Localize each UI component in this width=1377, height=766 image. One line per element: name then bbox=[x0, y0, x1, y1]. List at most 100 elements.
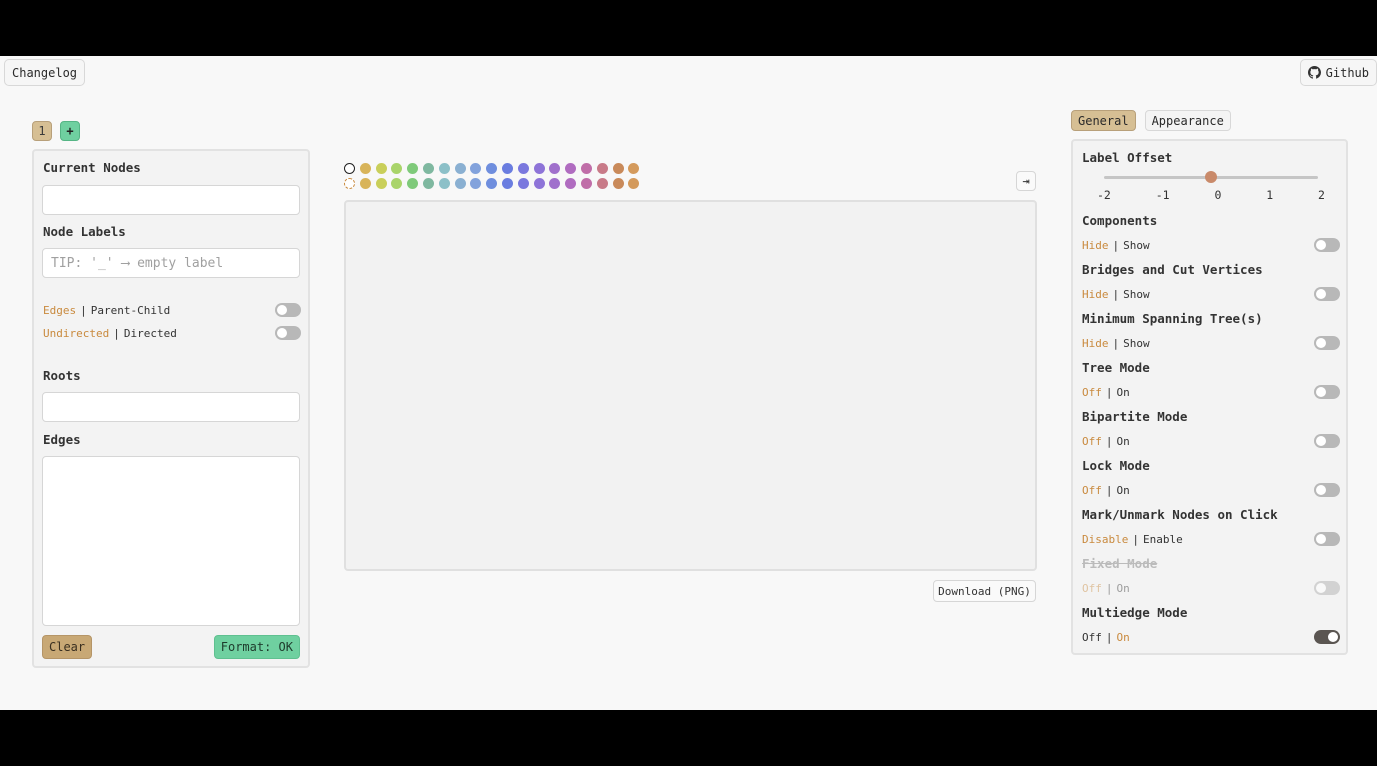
github-label: Github bbox=[1325, 65, 1369, 80]
roots-label: Roots bbox=[43, 368, 81, 383]
setting-option-a: Hide bbox=[1082, 238, 1109, 252]
github-icon bbox=[1307, 66, 1321, 79]
color-swatch[interactable] bbox=[580, 178, 592, 189]
color-swatch[interactable] bbox=[628, 178, 640, 189]
github-button[interactable]: Github bbox=[1299, 59, 1377, 86]
add-graph-button[interactable]: + bbox=[60, 121, 80, 141]
color-swatch[interactable] bbox=[628, 163, 640, 174]
label-offset-slider[interactable] bbox=[1104, 171, 1318, 183]
color-swatch[interactable] bbox=[407, 178, 419, 189]
setting-row: Off | On bbox=[1082, 483, 1340, 497]
color-swatch[interactable] bbox=[565, 178, 577, 189]
color-swatch[interactable] bbox=[517, 163, 529, 174]
setting-toggle[interactable] bbox=[1314, 483, 1340, 497]
clear-button[interactable]: Clear bbox=[42, 635, 93, 659]
expand-icon[interactable]: ⇥ bbox=[1016, 171, 1036, 191]
setting-title: Fixed Mode bbox=[1082, 556, 1158, 571]
parent-child-option: Parent-Child bbox=[90, 303, 171, 317]
tab-appearance[interactable]: Appearance bbox=[1144, 110, 1231, 131]
setting-row: Off | On bbox=[1082, 434, 1340, 448]
color-swatch[interactable] bbox=[438, 163, 450, 174]
color-swatch[interactable] bbox=[486, 178, 498, 189]
color-swatch[interactable] bbox=[501, 178, 513, 189]
download-png-button[interactable]: Download (PNG) bbox=[933, 580, 1036, 602]
stroke-color-row bbox=[344, 178, 640, 189]
slider-ticks: -2 -1 0 1 2 bbox=[1097, 188, 1325, 202]
setting-row: Off | On bbox=[1082, 630, 1340, 644]
slider-thumb[interactable] bbox=[1205, 171, 1217, 183]
setting-option-a: Off bbox=[1082, 434, 1102, 448]
color-swatch[interactable] bbox=[391, 163, 403, 174]
color-swatch[interactable] bbox=[517, 178, 529, 189]
color-swatch[interactable] bbox=[533, 178, 545, 189]
color-swatch[interactable] bbox=[549, 178, 561, 189]
setting-row: Hide | Show bbox=[1082, 336, 1340, 350]
color-swatch[interactable] bbox=[612, 163, 624, 174]
color-swatch[interactable] bbox=[612, 178, 624, 189]
edges-label: Edges bbox=[43, 432, 81, 447]
current-nodes-input[interactable] bbox=[42, 185, 300, 215]
color-swatch[interactable] bbox=[438, 178, 450, 189]
color-swatch[interactable] bbox=[470, 163, 482, 174]
settings-tabs: General Appearance bbox=[1071, 110, 1231, 131]
graph-tabs: 1 + bbox=[32, 121, 80, 141]
color-swatch[interactable] bbox=[454, 178, 466, 189]
setting-toggle[interactable] bbox=[1314, 287, 1340, 301]
direction-toggle[interactable] bbox=[275, 326, 301, 340]
setting-option-a: Off bbox=[1082, 483, 1102, 497]
setting-option-b: Show bbox=[1123, 238, 1150, 252]
direction-row: Undirected | Directed bbox=[43, 326, 301, 340]
setting-row: Hide | Show bbox=[1082, 287, 1340, 301]
color-swatch[interactable] bbox=[422, 163, 434, 174]
color-swatch[interactable] bbox=[391, 178, 403, 189]
directed-option: Directed bbox=[123, 326, 177, 340]
node-labels-input[interactable]: TIP: '_' ⟶ empty label bbox=[42, 248, 300, 278]
tick-label: -1 bbox=[1155, 188, 1170, 202]
color-swatch[interactable] bbox=[375, 178, 387, 189]
changelog-button[interactable]: Changelog bbox=[4, 59, 86, 86]
color-swatch[interactable] bbox=[533, 163, 545, 174]
setting-title: Bridges and Cut Vertices bbox=[1082, 262, 1263, 277]
edges-textarea[interactable] bbox=[42, 456, 300, 626]
edges-mode-toggle[interactable] bbox=[275, 303, 301, 317]
graph-canvas[interactable] bbox=[344, 200, 1037, 571]
color-swatch[interactable] bbox=[486, 163, 498, 174]
color-swatch[interactable] bbox=[549, 163, 561, 174]
color-swatch[interactable] bbox=[359, 178, 371, 189]
edges-option: Edges bbox=[43, 303, 77, 317]
color-swatch[interactable] bbox=[454, 163, 466, 174]
roots-input[interactable] bbox=[42, 392, 300, 422]
color-swatch[interactable] bbox=[344, 163, 355, 174]
setting-title: Lock Mode bbox=[1082, 458, 1150, 473]
setting-toggle[interactable] bbox=[1314, 385, 1340, 399]
color-swatch[interactable] bbox=[501, 163, 513, 174]
setting-toggle[interactable] bbox=[1314, 238, 1340, 252]
color-swatch[interactable] bbox=[596, 178, 608, 189]
tick-label: 1 bbox=[1266, 188, 1274, 202]
setting-option-a: Hide bbox=[1082, 336, 1109, 350]
color-swatch[interactable] bbox=[359, 163, 371, 174]
color-swatch[interactable] bbox=[407, 163, 419, 174]
color-swatch[interactable] bbox=[344, 178, 355, 189]
setting-toggle[interactable] bbox=[1314, 434, 1340, 448]
color-swatch[interactable] bbox=[470, 178, 482, 189]
setting-toggle[interactable] bbox=[1314, 336, 1340, 350]
setting-title: Mark/Unmark Nodes on Click bbox=[1082, 507, 1278, 522]
color-swatch[interactable] bbox=[375, 163, 387, 174]
color-swatch[interactable] bbox=[422, 178, 434, 189]
setting-toggle bbox=[1314, 581, 1340, 595]
setting-toggle[interactable] bbox=[1314, 532, 1340, 546]
graph-tab-1[interactable]: 1 bbox=[32, 121, 52, 141]
setting-row: Disable | Enable bbox=[1082, 532, 1340, 546]
app-root: Changelog Github 1 + Current Nodes Node … bbox=[0, 56, 1377, 710]
label-offset-label: Label Offset bbox=[1082, 150, 1173, 165]
setting-option-a: Hide bbox=[1082, 287, 1109, 301]
tab-general[interactable]: General bbox=[1071, 110, 1136, 131]
color-swatch[interactable] bbox=[596, 163, 608, 174]
format-status-button[interactable]: Format: OK bbox=[213, 635, 300, 659]
setting-row: Off | On bbox=[1082, 385, 1340, 399]
setting-toggle[interactable] bbox=[1314, 630, 1340, 644]
color-swatch[interactable] bbox=[565, 163, 577, 174]
setting-option-a: Disable bbox=[1082, 532, 1129, 546]
color-swatch[interactable] bbox=[580, 163, 592, 174]
